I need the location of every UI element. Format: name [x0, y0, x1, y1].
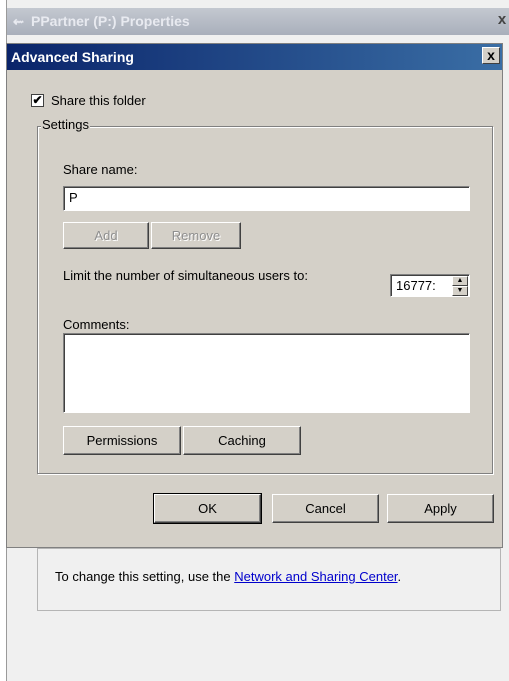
properties-title: PPartner (P:) Properties: [31, 13, 190, 29]
share-folder-checkbox[interactable]: ✔: [31, 94, 44, 107]
drive-icon: ⇜: [13, 14, 24, 29]
network-info-text: To change this setting, use the Network …: [55, 569, 401, 584]
spin-down-arrow-icon[interactable]: ▼: [452, 286, 468, 296]
network-info-suffix: .: [397, 569, 402, 584]
comments-textarea[interactable]: [63, 333, 470, 413]
share-folder-label[interactable]: Share this folder: [51, 93, 146, 108]
permissions-button[interactable]: Permissions: [63, 426, 181, 455]
properties-close-button[interactable]: x: [494, 12, 509, 28]
ok-button[interactable]: OK: [153, 493, 262, 524]
advanced-sharing-dialog: Advanced Sharing x ✔ Share this folder S…: [6, 43, 503, 548]
settings-group: [37, 126, 493, 474]
user-limit-label: Limit the number of simultaneous users t…: [63, 268, 308, 283]
share-name-value: P: [69, 190, 78, 205]
properties-titlebar: ⇜ PPartner (P:) Properties x: [7, 8, 509, 35]
spin-up-arrow-icon[interactable]: ▲: [452, 276, 468, 286]
network-info-prefix: To change this setting, use the: [55, 569, 235, 584]
user-limit-value: 16777:: [396, 278, 436, 293]
share-name-input[interactable]: P: [63, 186, 470, 211]
apply-button[interactable]: Apply: [387, 494, 494, 523]
network-sharing-center-link[interactable]: Network and Sharing Center: [234, 569, 397, 584]
advanced-sharing-titlebar: Advanced Sharing x: [7, 44, 502, 70]
caching-button[interactable]: Caching: [183, 426, 301, 455]
spin-buttons[interactable]: ▲ ▼: [452, 276, 468, 296]
dialog-title: Advanced Sharing: [11, 49, 134, 65]
cancel-button[interactable]: Cancel: [272, 494, 379, 523]
share-name-label: Share name:: [63, 162, 138, 177]
network-info-group: To change this setting, use the Network …: [37, 548, 501, 611]
user-limit-spinner[interactable]: 16777: ▲ ▼: [390, 274, 470, 297]
comments-label: Comments:: [63, 317, 130, 332]
settings-legend: Settings: [41, 117, 90, 132]
add-button[interactable]: Add: [63, 222, 149, 249]
close-button[interactable]: x: [482, 47, 500, 64]
remove-button[interactable]: Remove: [151, 222, 241, 249]
